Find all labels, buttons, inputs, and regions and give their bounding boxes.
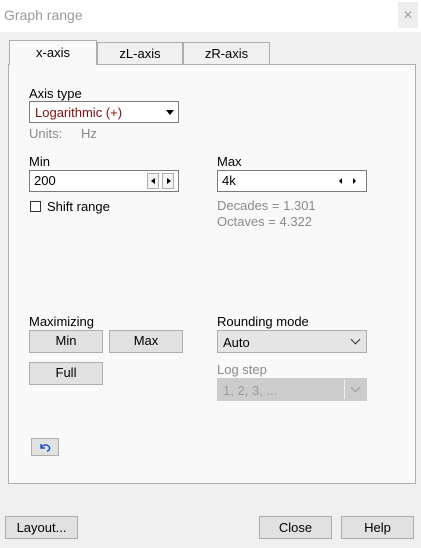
- log-step-label: Log step: [217, 362, 267, 377]
- axis-type-value: Logarithmic (+): [35, 105, 123, 120]
- maximize-max-button[interactable]: Max: [109, 330, 183, 353]
- chevron-down-icon: [350, 334, 361, 345]
- log-step-value: 1, 2, 3, ...: [223, 383, 278, 398]
- close-window-button[interactable]: ✕: [398, 2, 418, 28]
- octaves-readout: Octaves = 4.322: [217, 214, 313, 229]
- max-label: Max: [217, 154, 242, 169]
- min-field[interactable]: [29, 170, 179, 192]
- close-button[interactable]: Close: [259, 516, 332, 539]
- rounding-mode-select[interactable]: Auto: [217, 330, 367, 353]
- tab-x-axis[interactable]: x-axis: [9, 40, 97, 65]
- shift-range-checkbox[interactable]: [30, 201, 41, 212]
- max-field[interactable]: [217, 170, 367, 192]
- close-icon: ✕: [402, 8, 414, 22]
- max-input[interactable]: [222, 173, 322, 188]
- units-label: Units:: [29, 126, 63, 141]
- rounding-mode-label: Rounding mode: [217, 314, 309, 329]
- min-label: Min: [29, 154, 50, 169]
- tab-panel: [8, 64, 416, 484]
- min-increase-button[interactable]: [162, 173, 174, 189]
- max-increase-icon[interactable]: [353, 178, 356, 184]
- decades-readout: Decades = 1.301: [217, 198, 316, 213]
- arrow-left-icon: [151, 178, 155, 184]
- chevron-down-icon: [350, 382, 361, 393]
- chevron-down-icon: [166, 110, 174, 115]
- tab-label: zR-axis: [204, 46, 249, 61]
- window-title: Graph range: [4, 7, 83, 23]
- undo-arrow-icon: [40, 444, 51, 452]
- axis-type-label: Axis type: [29, 86, 82, 101]
- dropdown-divider: [344, 380, 345, 399]
- help-button[interactable]: Help: [341, 516, 414, 539]
- min-input[interactable]: [34, 173, 134, 188]
- log-step-select: 1, 2, 3, ...: [217, 378, 367, 401]
- shift-range-label: Shift range: [47, 199, 110, 214]
- tab-label: x-axis: [36, 45, 70, 60]
- max-decrease-icon[interactable]: [339, 178, 342, 184]
- arrow-right-icon: [167, 178, 171, 184]
- tab-zl-axis[interactable]: zL-axis: [97, 42, 183, 64]
- maximizing-label: Maximizing: [29, 314, 95, 329]
- min-decrease-button[interactable]: [147, 173, 159, 189]
- layout-button[interactable]: Layout...: [5, 516, 78, 539]
- maximize-min-button[interactable]: Min: [29, 330, 103, 353]
- axis-type-combo[interactable]: Logarithmic (+): [29, 101, 179, 123]
- rounding-mode-value: Auto: [223, 335, 250, 350]
- tab-zr-axis[interactable]: zR-axis: [183, 42, 270, 64]
- maximize-full-button[interactable]: Full: [29, 362, 103, 385]
- tab-label: zL-axis: [119, 46, 161, 61]
- undo-button[interactable]: [31, 438, 59, 456]
- units-value: Hz: [81, 126, 97, 141]
